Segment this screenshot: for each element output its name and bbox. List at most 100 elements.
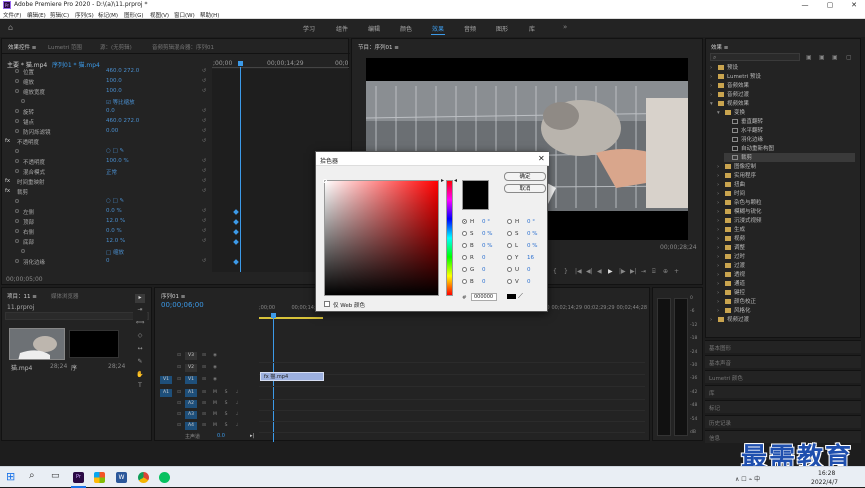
effect-folder[interactable]: › 扭曲 [717, 180, 745, 189]
source-patch-v1[interactable]: V1 [160, 376, 172, 384]
field-value[interactable]: 0 [527, 279, 531, 285]
color-field-radio[interactable]: R0 [462, 255, 486, 261]
lock-icon[interactable]: ⊡ [175, 364, 183, 372]
reset-icon[interactable]: ↺ [202, 158, 206, 164]
track-name[interactable]: V2 [185, 364, 197, 372]
tab-project[interactable]: 项目：11 ≡ [7, 292, 37, 300]
sync-lock-icon[interactable]: ⊟ [200, 389, 208, 397]
track-name[interactable]: A2 [185, 400, 197, 408]
tab-source[interactable]: 源：(无剪辑) [100, 43, 132, 51]
program-timecode[interactable]: 00;00;28;24 [660, 244, 697, 251]
effect-folder[interactable]: › 音频过渡 [710, 90, 749, 99]
field-value[interactable]: 0 ° [482, 219, 490, 225]
property-value[interactable]: 0.0 [106, 108, 115, 114]
chevron-right-icon[interactable]: › [717, 182, 725, 188]
collapsed-panel-title[interactable]: 历史记录 [709, 419, 731, 427]
more-workspaces-icon[interactable]: » [563, 23, 567, 31]
reset-icon[interactable]: ↺ [202, 208, 206, 214]
chevron-right-icon[interactable]: › [717, 263, 725, 269]
chevron-right-icon[interactable]: › [717, 299, 725, 305]
collapsed-panel-header[interactable]: 标记 [705, 400, 861, 413]
microphone-icon[interactable]: ♩ [233, 411, 241, 419]
property-value[interactable]: 0 [106, 258, 110, 264]
hex-input[interactable]: 000000 [471, 293, 497, 301]
eyedropper-icon[interactable]: ⟋ [518, 292, 523, 301]
property-value[interactable]: 100.0 % [106, 158, 129, 164]
search-icon[interactable]: ⌕ [29, 470, 35, 481]
dialog-close-icon[interactable]: ✕ [538, 154, 545, 163]
chevron-down-icon[interactable]: ▾ [710, 101, 718, 107]
field-value[interactable]: 0 % [482, 231, 492, 237]
tab-effects[interactable]: 效果 ≡ [711, 43, 728, 51]
property-value[interactable]: 460.0 272.0 [106, 68, 139, 74]
sync-lock-icon[interactable]: ⊟ [200, 376, 208, 384]
tab-program[interactable]: 节目：序列01 ≡ [358, 43, 399, 51]
effect-folder[interactable]: ▾ 变换 [717, 108, 745, 117]
collapsed-panel-title[interactable]: 基本图形 [709, 344, 731, 352]
tab-effect-controls[interactable]: 效果控件 ≡ [8, 43, 36, 51]
reset-icon[interactable]: ↺ [202, 128, 206, 134]
property-value[interactable]: 100.0 [106, 78, 122, 84]
reset-icon[interactable]: ↺ [202, 178, 206, 184]
collapsed-panel-header[interactable]: 历史记录 [705, 415, 861, 428]
collapsed-panel-header[interactable]: 基本图形 [705, 340, 861, 353]
tab-media-browser[interactable]: 媒体浏览器 [51, 292, 79, 300]
reset-icon[interactable]: ↺ [202, 218, 206, 224]
workspace-effects[interactable]: 效果 [432, 24, 444, 33]
accelerated-effects-icon[interactable]: ▣ [806, 54, 812, 61]
stopwatch-icon[interactable] [15, 89, 19, 93]
property-value[interactable]: ☑ 等比缩放 [106, 98, 135, 106]
stopwatch-icon[interactable] [15, 209, 19, 213]
mute-button[interactable]: M [211, 411, 219, 419]
system-tray[interactable]: ∧ ☐ ⌁ 中 [735, 474, 760, 483]
effect-folder[interactable]: › 风格化 [717, 306, 751, 315]
saturation-brightness-field[interactable] [324, 180, 439, 296]
effect-folder[interactable]: › 视频过渡 [710, 315, 749, 324]
32bit-effects-icon[interactable]: ▣ [819, 54, 825, 61]
stopwatch-icon[interactable] [15, 239, 19, 243]
field-value[interactable]: 0 ° [527, 219, 535, 225]
stopwatch-icon[interactable] [15, 169, 19, 173]
color-field-radio[interactable]: H 0 ° [462, 219, 490, 225]
effect-folder[interactable]: › 透视 [717, 270, 745, 279]
field-value[interactable]: 0 % [482, 243, 492, 249]
step-back-frame-icon[interactable]: ◀ [597, 268, 602, 275]
property-value[interactable]: 12.0 % [106, 238, 125, 244]
lock-icon[interactable]: ⊡ [175, 422, 183, 430]
field-value[interactable]: 0 [482, 279, 486, 285]
effect-folder[interactable]: ▾ 视频效果 [710, 99, 749, 108]
chevron-right-icon[interactable]: › [717, 200, 725, 206]
sync-lock-icon[interactable]: ⊟ [200, 422, 208, 430]
word-taskbar-icon[interactable]: W [116, 472, 127, 483]
radio-button[interactable] [462, 231, 467, 236]
ripple-edit-tool-icon[interactable]: ⟺ [135, 319, 145, 328]
stopwatch-icon[interactable] [15, 229, 19, 233]
workspace-graphics[interactable]: 图形 [496, 24, 508, 33]
color-field-radio[interactable]: S 0 % [507, 231, 537, 237]
mark-in-icon[interactable]: { [553, 268, 557, 275]
web-colors-checkbox[interactable] [324, 301, 330, 307]
radio-button[interactable] [462, 267, 467, 272]
ok-button[interactable]: 确定 [504, 172, 546, 181]
track-name[interactable]: A4 [185, 422, 197, 430]
effect-folder[interactable]: › 过时 [717, 252, 745, 261]
stopwatch-icon[interactable] [21, 99, 25, 103]
reset-icon[interactable]: ↺ [202, 68, 206, 74]
workspace-editing[interactable]: 编辑 [368, 24, 380, 33]
chevron-right-icon[interactable]: › [717, 272, 725, 278]
effect-folder[interactable]: › 模糊与锐化 [717, 207, 762, 216]
effect-folder[interactable]: › 时间 [717, 189, 745, 198]
effect-item[interactable]: 水平翻转 [724, 126, 763, 135]
reset-icon[interactable]: ↺ [202, 238, 206, 244]
effect-folder[interactable]: › 实用程序 [717, 171, 756, 180]
radio-button[interactable] [507, 219, 512, 224]
radio-button[interactable] [507, 279, 512, 284]
step-forward-frame-icon[interactable]: |▶ [619, 268, 626, 275]
microphone-icon[interactable]: ♩ [233, 422, 241, 430]
razor-tool-icon[interactable]: ◇ [135, 332, 145, 341]
property-value[interactable]: 0.0 % [106, 228, 122, 234]
reset-icon[interactable]: ↺ [202, 228, 206, 234]
eye-icon[interactable]: ◉ [211, 364, 219, 372]
field-value[interactable]: 0 % [527, 243, 537, 249]
timeline-timecode[interactable]: 00;00;06;00 [161, 301, 204, 309]
